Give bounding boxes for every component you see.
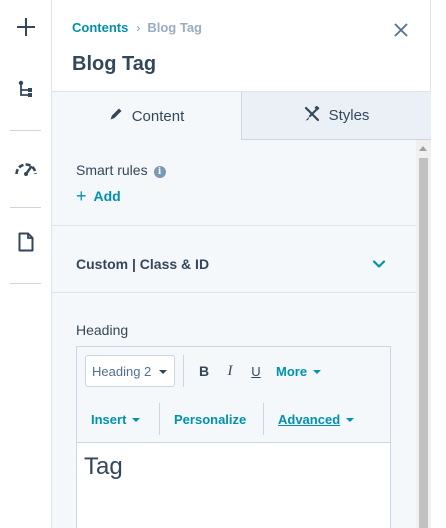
smart-rules-label: Smart rules i: [76, 162, 166, 178]
caret-down-icon: [132, 417, 141, 422]
smart-rules-text: Smart rules: [76, 162, 148, 178]
module-editor-panel: Contents › Blog Tag Blog Tag Content Sty…: [52, 0, 431, 528]
rail-divider: [10, 130, 41, 131]
document-icon: [18, 232, 34, 257]
toolbar-divider: [159, 403, 160, 435]
toolbar-divider: [263, 403, 264, 435]
close-panel-button[interactable]: [389, 20, 413, 44]
toolbar-divider: [183, 355, 184, 387]
caret-down-icon: [313, 369, 322, 374]
panel-tabs: Content Styles: [52, 92, 431, 140]
pencil-icon: [109, 107, 132, 125]
add-module-button[interactable]: [0, 9, 52, 49]
personalize-label: Personalize: [174, 412, 247, 427]
insert-label: Insert: [91, 412, 127, 427]
more-menu-button[interactable]: More: [276, 364, 322, 379]
tab-content-label: Content: [131, 107, 185, 125]
block-format-value: Heading 2: [92, 363, 152, 379]
block-format-select[interactable]: Heading 2: [85, 355, 175, 387]
optimize-button[interactable]: [0, 150, 52, 190]
caret-down-icon: [346, 417, 355, 422]
plus-icon: +: [76, 186, 87, 206]
caret-down-icon: [159, 370, 167, 374]
chevron-down-icon: [372, 256, 386, 274]
tab-styles[interactable]: Styles: [242, 92, 431, 140]
heading-rich-text-editor: Heading 2 B I U More Insert Personalize: [76, 346, 391, 528]
panel-scroll-area: Smart rules i + Add Custom | Class & ID H…: [52, 140, 416, 528]
more-label: More: [276, 364, 308, 379]
close-icon: [394, 22, 408, 42]
bold-button[interactable]: B: [195, 359, 213, 383]
add-smart-rule-button[interactable]: + Add: [76, 186, 121, 206]
add-label: Add: [93, 188, 121, 204]
breadcrumb-separator-icon: ›: [136, 20, 141, 35]
breadcrumb-current: Blog Tag: [147, 20, 202, 35]
tree-icon: [18, 80, 34, 105]
section-divider: [52, 292, 416, 293]
panel-scrollbar[interactable]: [416, 140, 431, 528]
page-settings-button[interactable]: [0, 224, 52, 264]
rail-divider: [10, 283, 41, 284]
custom-class-id-label: Custom | Class & ID: [76, 256, 210, 272]
speedometer-icon: [14, 160, 38, 181]
left-rail: [0, 0, 52, 528]
rich-text-toolbar: Heading 2 B I U More Insert Personalize: [77, 347, 390, 443]
rail-divider: [10, 207, 41, 208]
tab-content[interactable]: Content: [52, 92, 242, 140]
scroll-up-arrow-icon[interactable]: [419, 146, 427, 151]
panel-header: Contents › Blog Tag Blog Tag: [52, 0, 431, 92]
insert-menu-button[interactable]: Insert: [91, 412, 141, 427]
panel-title: Blog Tag: [72, 53, 157, 75]
advanced-menu-button[interactable]: Advanced: [278, 412, 355, 427]
personalize-button[interactable]: Personalize: [174, 412, 246, 427]
breadcrumb: Contents › Blog Tag: [72, 20, 202, 35]
heading-field-label: Heading: [76, 322, 129, 338]
tab-styles-label: Styles: [328, 107, 370, 124]
scrollbar-thumb[interactable]: [419, 158, 428, 528]
layout-tree-button[interactable]: [0, 72, 52, 112]
custom-class-id-accordion[interactable]: Custom | Class & ID: [52, 226, 416, 292]
italic-button[interactable]: I: [221, 359, 239, 383]
heading-content-text[interactable]: Tag: [84, 453, 123, 481]
plus-icon: [16, 17, 36, 42]
info-icon[interactable]: i: [153, 166, 166, 178]
styles-icon: [304, 105, 329, 126]
breadcrumb-contents-link[interactable]: Contents: [72, 20, 128, 35]
underline-button[interactable]: U: [247, 359, 265, 383]
advanced-label: Advanced: [278, 412, 341, 427]
